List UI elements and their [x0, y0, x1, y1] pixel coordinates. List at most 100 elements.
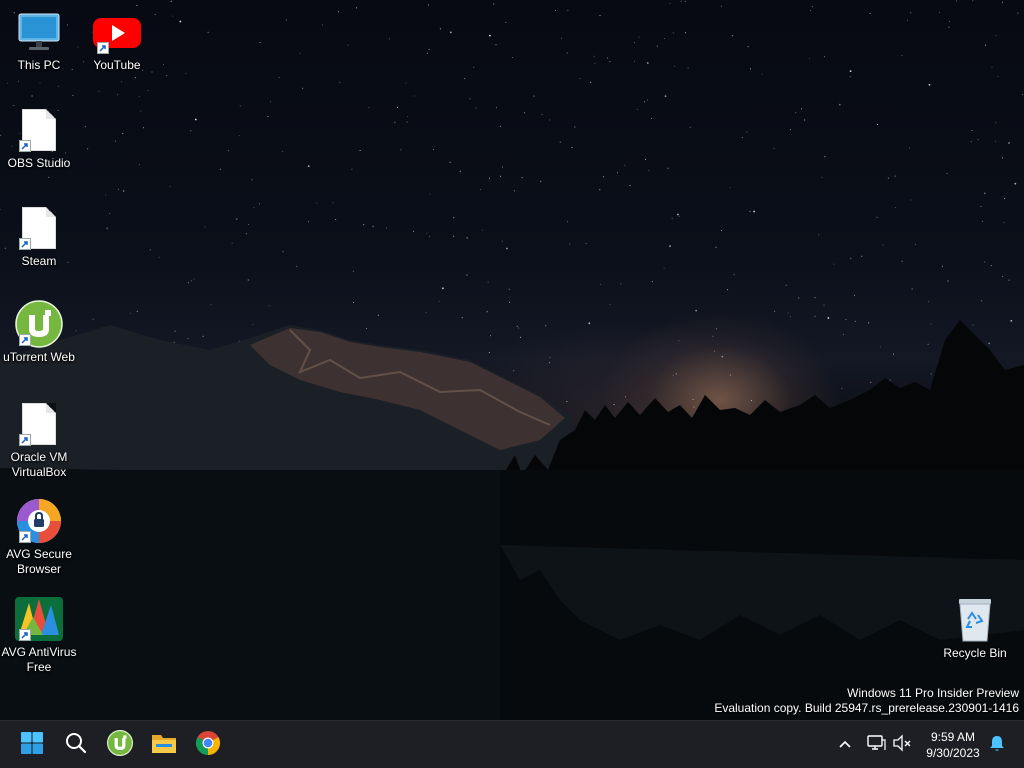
star — [809, 58, 810, 60]
star — [475, 107, 477, 109]
star — [316, 202, 318, 204]
star — [122, 133, 124, 135]
star — [849, 76, 851, 78]
star — [594, 63, 596, 65]
notification-center-button[interactable] — [986, 721, 1008, 768]
desktop-icon-utorrent-web[interactable]: uTorrent Web — [1, 300, 77, 365]
star — [352, 270, 354, 272]
star — [173, 341, 175, 343]
star — [715, 328, 717, 330]
star — [187, 337, 189, 339]
star — [894, 175, 896, 177]
desktop-icon-label: Steam — [21, 254, 57, 268]
star — [98, 90, 100, 92]
star — [629, 185, 631, 186]
star — [985, 44, 987, 46]
star — [603, 176, 605, 178]
taskbar-file-explorer-button[interactable] — [146, 727, 182, 763]
desktop-icon-youtube[interactable]: YouTube — [79, 8, 155, 73]
star — [569, 243, 571, 245]
star — [405, 82, 407, 84]
desktop-icon-obs-studio[interactable]: OBS Studio — [1, 106, 77, 171]
star — [909, 147, 911, 149]
star — [235, 218, 238, 220]
desktop-icon-steam[interactable]: Steam — [1, 204, 77, 269]
star — [339, 81, 341, 83]
star — [138, 164, 140, 166]
star — [513, 190, 515, 192]
star — [801, 108, 802, 110]
taskbar-search-button[interactable] — [58, 727, 94, 763]
utorrent-icon — [15, 300, 63, 348]
star — [517, 327, 519, 329]
desktop[interactable]: This PC YouTube OBS Studio Steam uTorren… — [0, 0, 1024, 720]
star — [490, 335, 492, 337]
star — [299, 52, 301, 54]
chrome-icon — [195, 730, 221, 761]
desktop-icon-oracle-vm-virtualbox[interactable]: Oracle VM VirtualBox — [1, 400, 77, 480]
star — [600, 283, 601, 285]
star — [247, 279, 249, 281]
star — [559, 141, 561, 143]
star — [307, 165, 310, 168]
star — [833, 263, 835, 265]
star — [901, 260, 903, 262]
star — [854, 320, 856, 322]
shortcut-arrow-icon — [19, 531, 31, 543]
desktop-icon-label: uTorrent Web — [3, 350, 75, 364]
star — [633, 60, 635, 62]
star — [947, 280, 949, 282]
star — [170, 0, 172, 2]
desktop-icon-avg-antivirus-free[interactable]: AVG AntiVirus Free — [1, 595, 77, 675]
star — [136, 310, 138, 312]
star — [749, 68, 751, 70]
star — [72, 94, 74, 96]
star — [449, 31, 452, 34]
star — [789, 129, 791, 130]
star — [486, 311, 488, 313]
star — [549, 362, 551, 364]
star — [693, 406, 695, 408]
taskbar-clock[interactable]: 9:59 AM 9/30/2023 — [920, 729, 986, 761]
star — [680, 0, 682, 2]
star — [190, 130, 192, 132]
star — [129, 312, 131, 314]
taskbar-utorrent-button[interactable] — [102, 727, 138, 763]
star — [219, 168, 221, 170]
star — [567, 221, 568, 223]
start-button[interactable] — [14, 727, 50, 763]
star — [541, 114, 543, 115]
star — [790, 316, 791, 318]
star — [228, 150, 230, 152]
star — [524, 112, 525, 114]
star — [519, 336, 521, 338]
star — [338, 11, 339, 13]
star — [566, 52, 568, 54]
star — [356, 7, 357, 9]
star — [372, 225, 374, 227]
star — [651, 118, 653, 119]
show-hidden-icons-button[interactable] — [834, 721, 856, 768]
volume-button[interactable] — [890, 721, 914, 768]
star — [1021, 94, 1023, 96]
monitor-icon — [15, 8, 63, 56]
network-status-button[interactable] — [864, 721, 888, 768]
star — [1001, 157, 1003, 159]
star — [823, 304, 825, 306]
star — [406, 121, 408, 123]
star — [798, 297, 800, 299]
taskbar-chrome-button[interactable] — [190, 727, 226, 763]
chevron-up-icon — [838, 736, 852, 754]
utorrent-icon — [107, 729, 133, 761]
desktop-icon-this-pc[interactable]: This PC — [1, 8, 77, 73]
recycle-bin-icon — [951, 596, 999, 644]
star — [39, 82, 41, 84]
desktop-icon-avg-secure-browser[interactable]: AVG Secure Browser — [1, 497, 77, 577]
wallpaper — [0, 0, 1024, 720]
star — [172, 15, 174, 17]
star — [732, 35, 734, 37]
desktop-icon-label: This PC — [17, 58, 61, 72]
blank-file-icon — [15, 204, 63, 252]
star — [122, 190, 125, 192]
desktop-icon-recycle-bin[interactable]: Recycle Bin — [937, 596, 1013, 661]
